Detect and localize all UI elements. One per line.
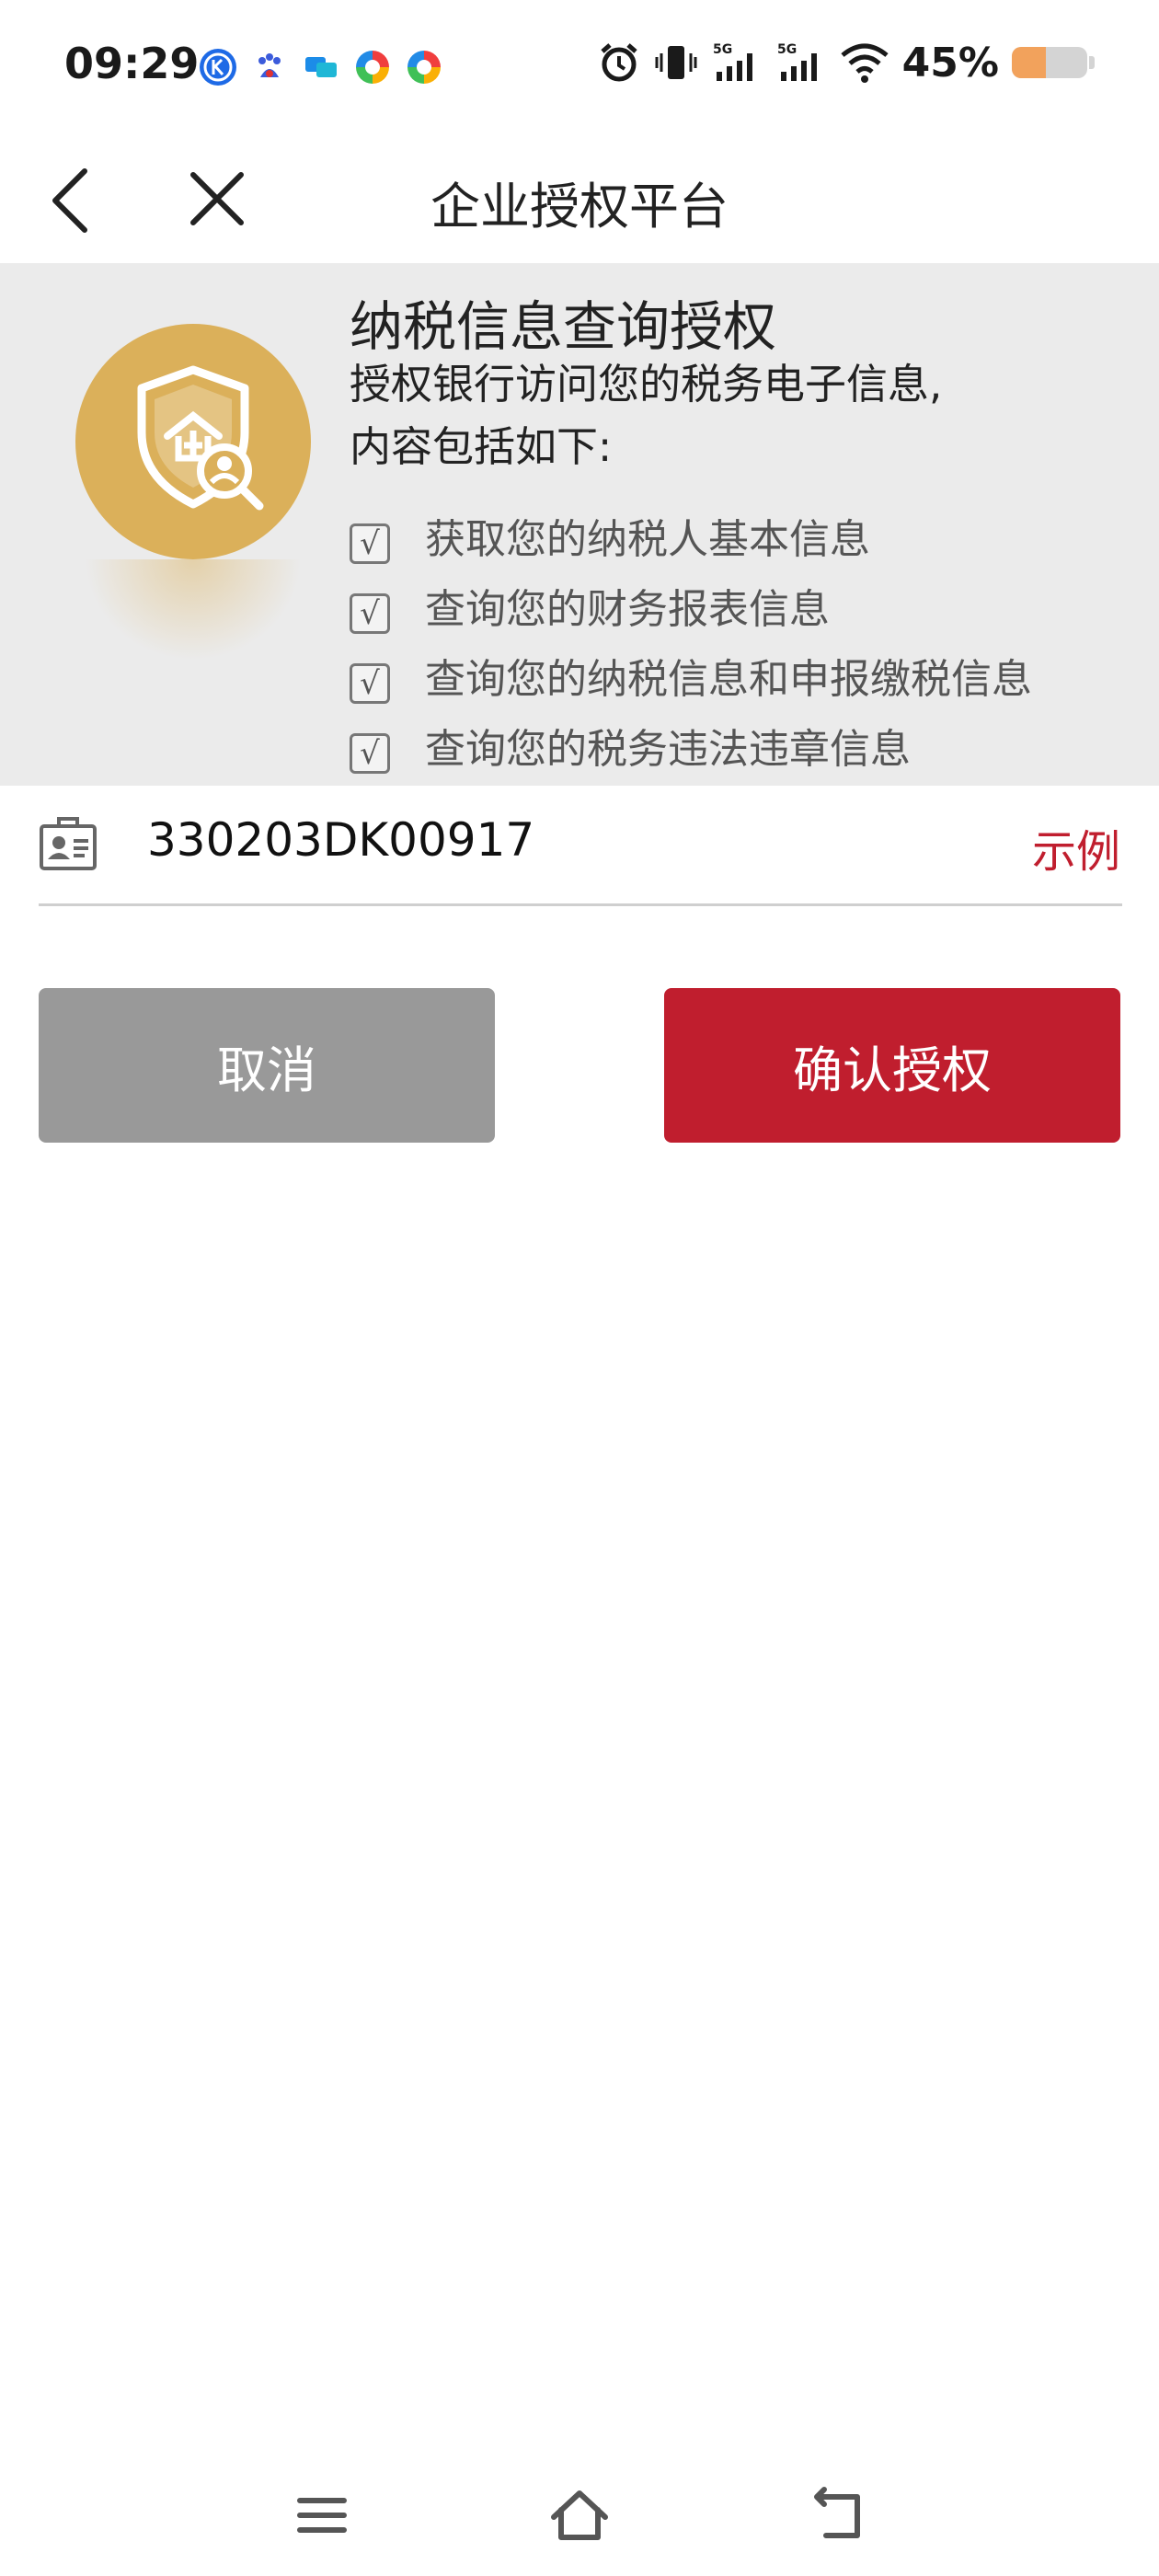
badge-reflection: [85, 559, 302, 661]
status-time: 09:29: [64, 39, 200, 88]
svg-text:5G: 5G: [777, 42, 797, 57]
system-indicators: 5G 5G 45%: [597, 37, 1095, 88]
permission-label: 查询您的纳税信息和申报缴税信息: [425, 656, 1032, 703]
permission-label: 查询您的财务报表信息: [425, 586, 830, 633]
alarm-icon: [601, 43, 637, 82]
battery-icon: [1012, 47, 1087, 78]
notification-icons: [199, 48, 443, 86]
permission-list: √ 获取您的纳税人基本信息 √ 查询您的财务报表信息 √ 查询您的纳税信息和申报…: [350, 500, 1032, 780]
baidu-icon: [251, 49, 288, 86]
permission-item: √ 查询您的财务报表信息: [350, 570, 1032, 640]
k-app-icon: [200, 49, 236, 86]
chat-app-icon: [305, 57, 337, 77]
colorful-app-icon: [355, 50, 390, 85]
taxpayer-id-value[interactable]: 330203DK00917: [147, 813, 534, 867]
system-nav-bar: [0, 2447, 1159, 2576]
authorization-info-panel: 纳税信息查询授权 授权银行访问您的税务电子信息, 内容包括如下: √ 获取您的纳…: [0, 263, 1159, 786]
id-card-icon: [40, 817, 97, 870]
signal-5g-icon-2: 5G: [777, 42, 817, 81]
battery-percent: 45%: [901, 39, 999, 86]
checkbox-icon: √: [350, 523, 390, 564]
badge: [75, 324, 311, 559]
permission-item: √ 获取您的纳税人基本信息: [350, 500, 1032, 570]
permission-item: √ 查询您的税务违法违章信息: [350, 710, 1032, 780]
battery-tip: [1089, 56, 1095, 69]
checkbox-icon: √: [350, 663, 390, 704]
info-title: 纳税信息查询授权: [350, 295, 777, 358]
taxpayer-id-field[interactable]: 330203DK00917 示例: [39, 786, 1122, 906]
back-icon[interactable]: [806, 2482, 872, 2548]
battery-level: [1012, 47, 1046, 78]
permission-item: √ 查询您的纳税信息和申报缴税信息: [350, 640, 1032, 710]
colorful-app-icon-2: [407, 50, 442, 85]
wifi-icon: [841, 43, 889, 83]
vibrate-icon: [655, 46, 697, 79]
signal-5g-icon: 5G: [713, 42, 752, 81]
svg-text:5G: 5G: [713, 42, 732, 57]
info-description: 授权银行访问您的税务电子信息, 内容包括如下:: [350, 353, 1104, 478]
permission-label: 获取您的纳税人基本信息: [425, 516, 870, 563]
title-bar: 企业授权平台: [0, 138, 1159, 263]
confirm-authorization-button[interactable]: 确认授权: [664, 988, 1120, 1143]
status-bar: 09:29 5G 5G 45%: [0, 0, 1159, 138]
example-link[interactable]: 示例: [1032, 815, 1120, 880]
shield-enterprise-search-icon: [137, 365, 264, 511]
menu-icon[interactable]: [289, 2482, 355, 2548]
home-icon[interactable]: [546, 2482, 613, 2548]
checkbox-icon: √: [350, 733, 390, 774]
checkbox-icon: √: [350, 593, 390, 634]
info-desc-line: 授权银行访问您的税务电子信息,: [350, 360, 943, 408]
info-desc-line: 内容包括如下:: [350, 422, 613, 471]
permission-label: 查询您的税务违法违章信息: [425, 726, 911, 773]
page-title: 企业授权平台: [430, 178, 729, 236]
cancel-button[interactable]: 取消: [39, 988, 495, 1143]
